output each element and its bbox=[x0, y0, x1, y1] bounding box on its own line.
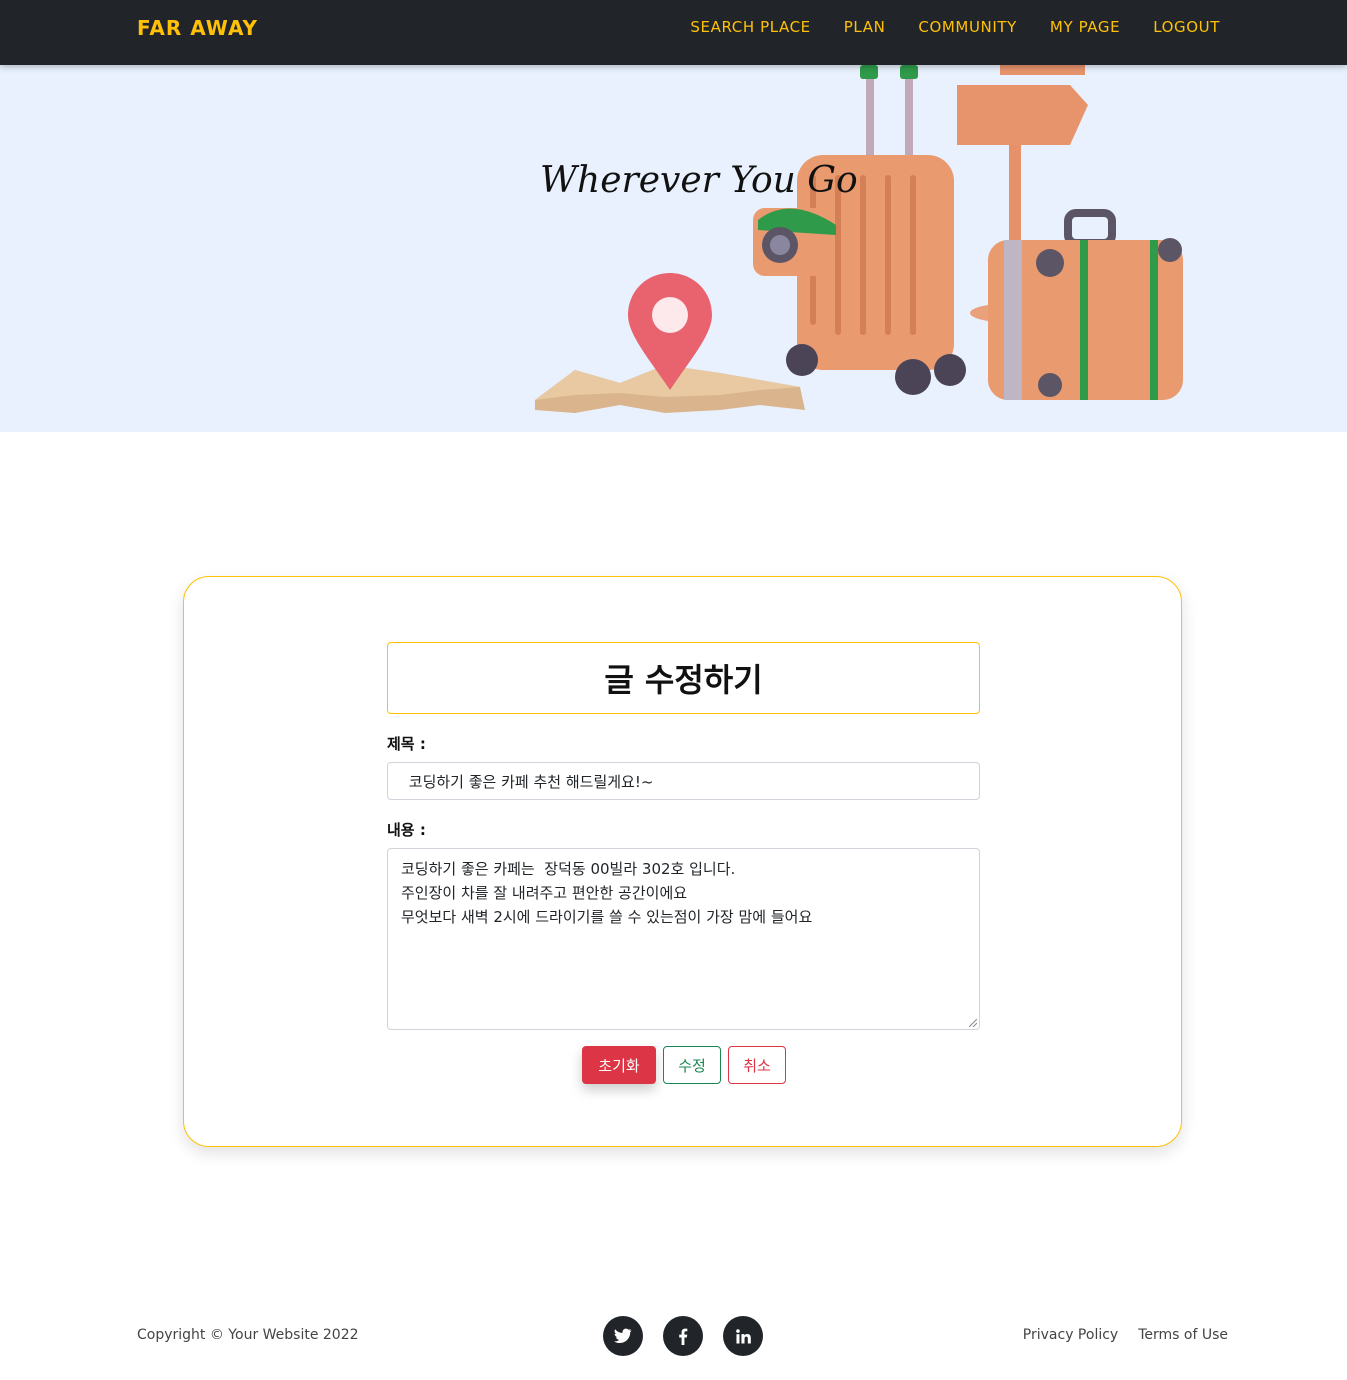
content-textarea[interactable]: 코딩하기 좋은 카페는 장덕동 00빌라 302호 입니다. 주인장이 차를 잘… bbox=[387, 848, 980, 1030]
social-links bbox=[603, 1316, 763, 1356]
edit-button[interactable]: 수정 bbox=[663, 1046, 721, 1084]
title-input[interactable] bbox=[387, 762, 980, 800]
terms-of-use-link[interactable]: Terms of Use bbox=[1138, 1327, 1228, 1343]
resize-grip-icon[interactable] bbox=[969, 1019, 977, 1027]
nav-plan[interactable]: PLAN bbox=[844, 18, 886, 36]
facebook-icon[interactable] bbox=[663, 1316, 703, 1356]
content-label: 내용 : bbox=[387, 821, 426, 839]
privacy-policy-link[interactable]: Privacy Policy bbox=[1023, 1327, 1118, 1343]
title-label: 제목 : bbox=[387, 735, 426, 753]
hero-banner: Wherever You Go bbox=[0, 65, 1347, 432]
nav-logout[interactable]: LOGOUT bbox=[1153, 18, 1220, 36]
copyright-text: Copyright © Your Website 2022 bbox=[137, 1327, 359, 1343]
brand-logo[interactable]: FAR AWAY bbox=[137, 16, 258, 40]
reset-button[interactable]: 초기화 bbox=[582, 1046, 656, 1084]
camera-illustration bbox=[753, 208, 836, 276]
cancel-button[interactable]: 취소 bbox=[728, 1046, 786, 1084]
travel-illustration bbox=[535, 65, 1183, 413]
navbar: FAR AWAY SEARCH PLACE PLAN COMMUNITY MY … bbox=[0, 0, 1347, 65]
form-buttons: 초기화 수정 취소 bbox=[582, 1046, 786, 1084]
nav-my-page[interactable]: MY PAGE bbox=[1050, 18, 1120, 36]
form-heading-box: 글 수정하기 bbox=[387, 642, 980, 714]
hero-title: Wherever You Go bbox=[540, 160, 858, 201]
nav-search-place[interactable]: SEARCH PLACE bbox=[690, 18, 810, 36]
nav-menu: SEARCH PLACE PLAN COMMUNITY MY PAGE LOGO… bbox=[690, 18, 1220, 36]
suitcase-illustration bbox=[988, 209, 1183, 400]
form-heading: 글 수정하기 bbox=[604, 661, 763, 699]
twitter-icon[interactable] bbox=[603, 1316, 643, 1356]
nav-community[interactable]: COMMUNITY bbox=[918, 18, 1017, 36]
linkedin-icon[interactable] bbox=[723, 1316, 763, 1356]
edit-post-card: 글 수정하기 제목 : 내용 : 코딩하기 좋은 카페는 장덕동 00빌라 30… bbox=[183, 576, 1182, 1147]
footer-links: Privacy Policy Terms of Use bbox=[1023, 1327, 1228, 1343]
